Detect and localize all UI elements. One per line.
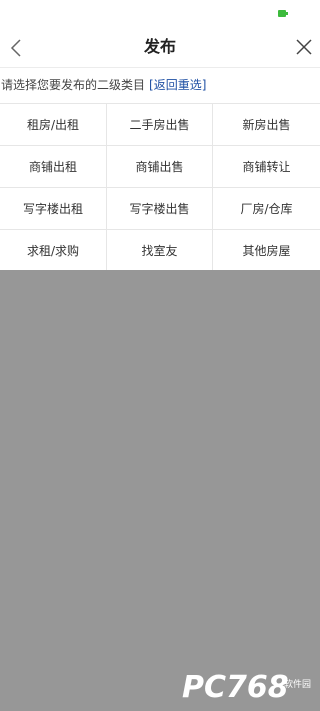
close-icon — [296, 39, 312, 55]
category-shop-transfer[interactable]: 商铺转让 — [213, 146, 320, 188]
watermark-brand: PC768 — [182, 670, 289, 705]
category-office-rent[interactable]: 写字楼出租 — [0, 188, 107, 230]
category-shop-sale[interactable]: 商铺出售 — [107, 146, 213, 188]
page-title: 发布 — [143, 37, 176, 56]
category-other-housing[interactable]: 其他房屋 — [213, 230, 320, 271]
category-grid: 租房/出租 二手房出售 新房出售 商铺出租 商铺出售 商铺转让 写字楼出租 写字… — [0, 103, 320, 271]
prompt-text: 请选择您要发布的二级类目 — [1, 78, 146, 92]
nav-bar: 发布 — [0, 28, 320, 68]
category-find-roommate[interactable]: 找室友 — [107, 230, 213, 271]
battery-icon — [278, 10, 288, 17]
category-factory-warehouse[interactable]: 厂房/仓库 — [213, 188, 320, 230]
category-shop-rent[interactable]: 商铺出租 — [0, 146, 107, 188]
category-prompt: 请选择您要发布的二级类目 [返回重选] — [0, 76, 320, 96]
category-seek-rent-buy[interactable]: 求租/求购 — [0, 230, 107, 271]
close-button[interactable] — [294, 37, 314, 57]
watermark-logo: PC768 软件园 — [182, 671, 316, 705]
status-bar — [0, 0, 320, 28]
modal-backdrop[interactable] — [0, 270, 320, 711]
category-new-home-sale[interactable]: 新房出售 — [213, 104, 320, 146]
reset-selection-link[interactable]: [返回重选] — [149, 78, 206, 92]
category-secondhand-sale[interactable]: 二手房出售 — [107, 104, 213, 146]
watermark-sub: 软件园 — [284, 680, 312, 690]
category-office-sale[interactable]: 写字楼出售 — [107, 188, 213, 230]
category-rent-out[interactable]: 租房/出租 — [0, 104, 107, 146]
